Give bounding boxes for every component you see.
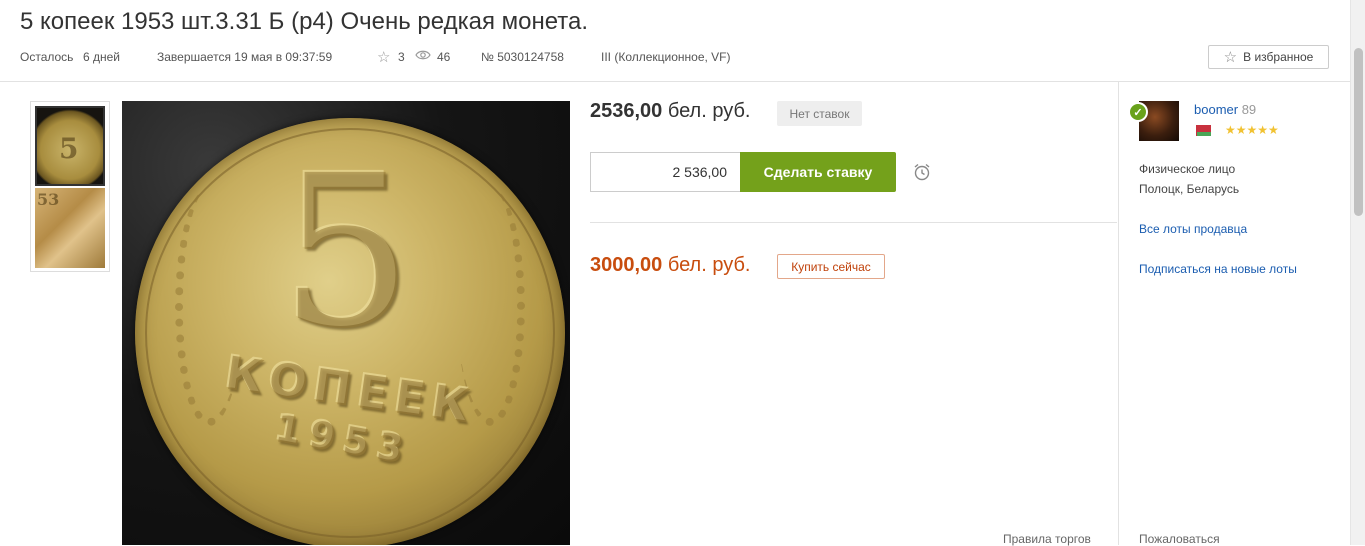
eye-icon — [415, 49, 431, 64]
seller-name-link[interactable]: boomer 89 — [1194, 102, 1256, 117]
lot-number: № 5030124758 — [481, 50, 564, 64]
end-time: Завершается 19 мая в 09:37:59 — [157, 50, 333, 64]
remaining-value: 6 дней — [83, 50, 121, 64]
favorites-button-label: В избранное — [1243, 50, 1314, 64]
buy-now-currency: бел. руб. — [667, 254, 751, 276]
subscribe-new-lots-link[interactable]: Подписаться на новые лоты — [1139, 262, 1297, 276]
bid-amount-input[interactable] — [590, 152, 741, 192]
star-icon[interactable]: ☆ — [377, 48, 390, 66]
add-to-favorites-button[interactable]: ☆ В избранное — [1208, 45, 1329, 69]
buy-now-price-value: 3000,00 — [590, 254, 663, 276]
coin-obverse-thumb[interactable]: 5 — [35, 106, 105, 186]
belarus-flag-icon — [1194, 125, 1211, 136]
seller-score: 89 — [1241, 102, 1257, 117]
header-divider — [0, 81, 1350, 82]
lot-title: 5 копеек 1953 шт.3.31 Б (р4) Очень редка… — [20, 8, 588, 35]
scrollbar-thumb[interactable] — [1354, 48, 1363, 216]
thumbnail-strip: 5 53 — [30, 101, 110, 272]
views-count: 46 — [437, 50, 451, 64]
remaining-label: Осталось — [20, 50, 74, 64]
current-price: 2536,00 бел. руб. — [590, 100, 750, 123]
auction-rules-link[interactable]: Правила торгов — [1003, 532, 1091, 546]
buy-now-button[interactable]: Купить сейчас — [777, 254, 885, 279]
no-bids-badge: Нет ставок — [777, 101, 862, 126]
sidebar-divider — [1118, 82, 1119, 545]
seller-type: Физическое лицо — [1139, 162, 1236, 176]
seller-location: Полоцк, Беларусь — [1139, 182, 1240, 196]
current-price-currency: бел. руб. — [667, 100, 751, 122]
current-price-value: 2536,00 — [590, 100, 663, 122]
star-icon: ☆ — [1223, 49, 1238, 66]
favorites-count: 3 — [398, 50, 405, 64]
coin-image: 5 КОПЕЕК 1953 — [135, 118, 565, 545]
coin-detail-thumb[interactable]: 53 — [35, 188, 105, 268]
page-scrollbar[interactable] — [1350, 0, 1365, 545]
buy-now-price: 3000,00 бел. руб. — [590, 254, 750, 277]
all-seller-lots-link[interactable]: Все лоты продавца — [1139, 222, 1247, 236]
place-bid-button[interactable]: Сделать ставку — [740, 152, 896, 192]
seller-name: boomer — [1194, 102, 1239, 117]
main-photo[interactable]: 5 КОПЕЕК 1953 — [122, 101, 570, 545]
alarm-clock-icon[interactable] — [912, 162, 932, 182]
check-icon: ✓ — [1128, 102, 1148, 122]
seller-rating-stars: ★★★★★ — [1225, 123, 1279, 137]
section-divider — [590, 222, 1117, 223]
condition: III (Коллекционное, VF) — [601, 50, 731, 64]
report-link[interactable]: Пожаловаться — [1139, 532, 1220, 546]
